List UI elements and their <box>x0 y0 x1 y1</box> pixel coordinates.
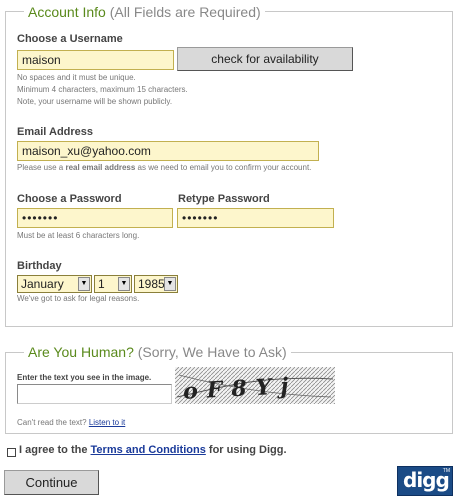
username-hint-3: Note, your username will be shown public… <box>17 97 173 106</box>
cant-read-row: Can't read the text? Listen to it <box>17 417 125 428</box>
email-hint-prefix: Please use a <box>17 163 66 172</box>
captcha-prompt: Enter the text you see in the image. <box>17 373 152 382</box>
agree-prefix: I agree to the <box>19 444 91 456</box>
human-check-title: Are You Human? <box>28 344 134 360</box>
chevron-down-icon[interactable]: ▼ <box>164 277 176 291</box>
username-hint-1: No spaces and it must be unique. <box>17 73 136 82</box>
birth-month-value: January <box>21 277 64 291</box>
username-label: Choose a Username <box>17 33 123 45</box>
username-hint-2: Minimum 4 characters, maximum 15 charact… <box>17 85 188 94</box>
birth-month-select[interactable]: January ▼ <box>17 275 92 293</box>
terms-and-conditions-link[interactable]: Terms and Conditions <box>91 444 206 456</box>
username-input[interactable]: maison <box>17 50 174 70</box>
check-availability-button[interactable]: check for availability <box>177 47 353 71</box>
account-info-legend: Account Info (All Fields are Required) <box>24 4 265 20</box>
password-label: Choose a Password <box>17 193 122 205</box>
birthday-label: Birthday <box>17 260 62 272</box>
digg-logo-badge: TM <box>442 468 450 474</box>
agree-suffix: for using Digg. <box>205 444 287 456</box>
birth-day-value: 1 <box>98 277 105 291</box>
birth-year-select[interactable]: 1985 ▼ <box>134 275 178 293</box>
email-label: Email Address <box>17 126 94 138</box>
birth-year-value: 1985 <box>138 277 165 291</box>
human-check-legend: Are You Human? (Sorry, We Have to Ask) <box>24 344 291 360</box>
chevron-down-icon[interactable]: ▼ <box>78 277 90 291</box>
account-info-title: Account Info <box>28 4 106 20</box>
email-hint-bold: real email address <box>65 163 136 172</box>
retype-password-input[interactable]: ••••••• <box>177 208 334 228</box>
retype-password-label: Retype Password <box>178 193 270 205</box>
chevron-down-icon[interactable]: ▼ <box>118 277 130 291</box>
captcha-image: oF8Yj <box>175 367 335 404</box>
password-hint: Must be at least 6 characters long. <box>17 231 140 240</box>
agree-checkbox[interactable] <box>7 448 16 457</box>
email-hint-suffix: as we need to email you to confirm your … <box>135 163 312 172</box>
birth-day-select[interactable]: 1 ▼ <box>94 275 132 293</box>
cant-read-text: Can't read the text? <box>17 418 87 427</box>
captcha-text: oF8Yj <box>182 373 297 404</box>
listen-to-it-link[interactable]: Listen to it <box>89 418 125 427</box>
continue-button[interactable]: Continue <box>4 470 99 495</box>
agree-text: I agree to the Terms and Conditions for … <box>19 444 287 456</box>
birthday-hint: We've got to ask for legal reasons. <box>17 294 140 303</box>
digg-logo: digg TM <box>397 466 453 496</box>
human-check-subtitle: (Sorry, We Have to Ask) <box>137 344 287 360</box>
email-hint: Please use a real email address as we ne… <box>17 162 311 173</box>
captcha-input[interactable] <box>17 384 172 404</box>
password-input[interactable]: ••••••• <box>17 208 173 228</box>
account-info-subtitle: (All Fields are Required) <box>109 4 261 20</box>
email-input[interactable]: maison_xu@yahoo.com <box>17 141 319 161</box>
